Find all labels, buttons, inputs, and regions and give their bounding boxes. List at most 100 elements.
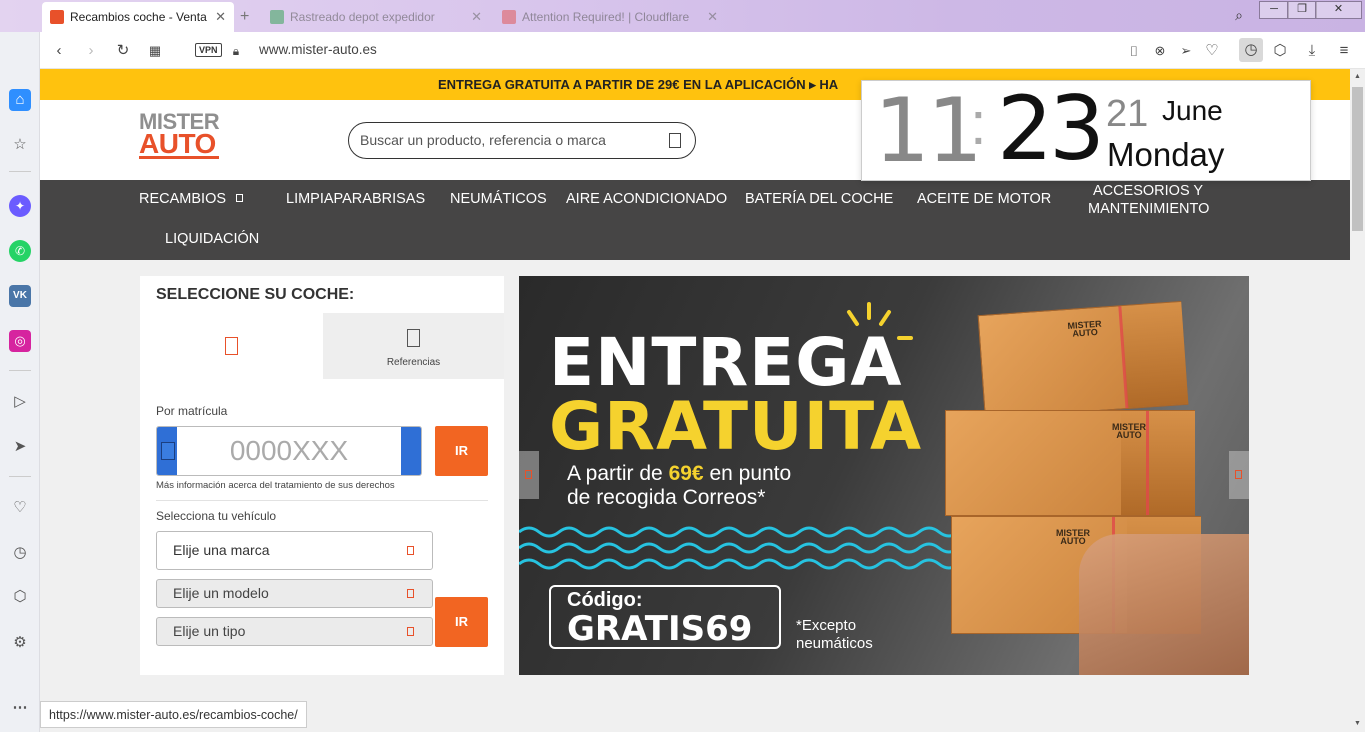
parcel-box: MISTER AUTO xyxy=(977,301,1189,419)
mister-auto-logo[interactable]: MISTER AUTO xyxy=(139,111,220,160)
main-nav: RECAMBIOS LIMPIAPARABRISAS NEUMÁTICOS AI… xyxy=(40,180,1350,260)
nav-accesorios[interactable]: ACCESORIOS Y MANTENIMIENTO xyxy=(1088,182,1209,218)
scroll-thumb[interactable] xyxy=(1352,87,1363,231)
nav-aceite[interactable]: ACEITE DE MOTOR xyxy=(917,191,1051,207)
tab-cloudflare[interactable]: Attention Required! | Cloudflare ✕ xyxy=(494,2,726,32)
back-icon[interactable]: ‹ xyxy=(50,42,68,60)
banner-subtitle: A partir de 69€ en punto xyxy=(567,462,792,485)
history-clock-icon[interactable]: ◷ xyxy=(9,542,31,564)
snapshot-camera-icon[interactable]: ⌷ xyxy=(1125,42,1143,60)
page-scrollbar[interactable]: ▲ ▼ xyxy=(1350,69,1365,732)
box-logo: MISTER AUTO xyxy=(1112,422,1147,441)
bookmark-heart-icon[interactable]: ♡ xyxy=(1203,42,1221,60)
instagram-icon[interactable]: ◎ xyxy=(9,330,31,352)
flow-icon[interactable]: ➤ xyxy=(9,436,31,458)
send-icon[interactable]: ➢ xyxy=(1177,42,1195,60)
clock-extension-icon[interactable]: ◷ xyxy=(1239,38,1263,62)
plate-icon xyxy=(224,337,238,355)
chevron-down-icon xyxy=(236,194,244,202)
clock-day: 21 xyxy=(1106,93,1149,135)
type-select[interactable]: Elije un tipo xyxy=(156,617,433,646)
banner-title-2: GRATUITA xyxy=(549,388,923,465)
lock-icon[interactable]: 🔒︎ xyxy=(227,42,245,60)
carousel-next-button[interactable] xyxy=(1229,451,1249,499)
vpn-badge[interactable]: VPN xyxy=(195,43,222,57)
car-selector: SELECCIONE SU COCHE: Referencias Por mat… xyxy=(140,276,504,675)
scroll-up-icon[interactable]: ▲ xyxy=(1350,69,1365,85)
reload-icon[interactable]: ↻ xyxy=(114,42,132,60)
scroll-down-icon[interactable]: ▼ xyxy=(1350,716,1365,732)
chevron-down-icon xyxy=(407,626,414,636)
messenger-icon[interactable]: ✦ xyxy=(9,195,31,217)
close-window-button[interactable]: ✕ xyxy=(1315,1,1362,19)
forward-icon[interactable]: › xyxy=(82,42,100,60)
vk-icon[interactable]: VK xyxy=(9,285,31,307)
search-icon[interactable] xyxy=(669,133,681,148)
promo-code-box: Código: GRATIS69 xyxy=(549,585,781,649)
tab-matricula[interactable] xyxy=(140,313,323,379)
cube-icon[interactable]: ⬡ xyxy=(1271,42,1289,60)
nav-aire-acondicionado[interactable]: AIRE ACONDICIONADO xyxy=(566,191,727,207)
clock-colon: : xyxy=(970,90,987,157)
vehicle-label: Selecciona tu vehículo xyxy=(156,509,277,523)
brand-select[interactable]: Elije una marca xyxy=(156,531,433,570)
nav-liquidacion[interactable]: LIQUIDACIÓN xyxy=(165,231,259,247)
nav-limpiaparabrisas[interactable]: LIMPIAPARABRISAS xyxy=(286,191,425,207)
nav-neumaticos[interactable]: NEUMÁTICOS xyxy=(450,191,547,207)
nav-recambios[interactable]: RECAMBIOS xyxy=(139,191,244,207)
box-logo: MISTER AUTO xyxy=(1067,318,1102,339)
address-toolbar: ‹ › ↻ ▦ VPN 🔒︎ www.mister-auto.es ⌷ ⊗ ➢ … xyxy=(40,32,1365,69)
search-tabs-icon[interactable]: ⌕ xyxy=(1228,4,1250,26)
vehicle-go-button[interactable]: IR xyxy=(435,597,488,647)
minimize-button[interactable]: ─ xyxy=(1259,1,1289,19)
tab-referencias[interactable]: Referencias xyxy=(323,313,504,379)
player-icon[interactable]: ▷ xyxy=(9,391,31,413)
sidebar-divider xyxy=(9,476,31,477)
divider xyxy=(156,500,488,501)
eu-flag-icon xyxy=(157,427,177,475)
hands-decoration xyxy=(1079,534,1249,675)
mister-auto-favicon-icon xyxy=(50,10,64,24)
maximize-button[interactable]: ❐ xyxy=(1287,1,1317,19)
easy-setup-icon[interactable]: ≡ xyxy=(1335,42,1353,60)
tab-recambios[interactable]: Recambios coche - Venta c ✕ xyxy=(42,2,234,32)
opera-sidebar: O ⌂ ☆ ✦ ✆ VK ◎ ▷ ➤ ♡ ◷ ⬡ ⚙ ⋯ xyxy=(0,0,40,732)
nav-bateria[interactable]: BATERÍA DEL COCHE xyxy=(745,191,893,207)
rights-link[interactable]: Más información acerca del tratamiento d… xyxy=(156,480,395,491)
tracking-favicon-icon xyxy=(270,10,284,24)
search-input[interactable]: Buscar un producto, referencia o marca xyxy=(348,122,696,159)
adblock-icon[interactable]: ⊗ xyxy=(1151,42,1169,60)
selector-title: SELECCIONE SU COCHE: xyxy=(156,286,355,303)
parcel-box: MISTER AUTO xyxy=(945,410,1195,516)
chevron-down-icon xyxy=(407,588,414,598)
sidebar-divider xyxy=(9,171,31,172)
new-tab-button[interactable]: + xyxy=(240,2,260,32)
cloudflare-favicon-icon xyxy=(502,10,516,24)
close-tab-icon[interactable]: ✕ xyxy=(707,9,718,25)
bookmarks-heart-icon[interactable]: ♡ xyxy=(9,497,31,519)
clock-minutes: 23 xyxy=(997,77,1105,180)
close-tab-icon[interactable]: ✕ xyxy=(471,9,482,25)
clock-hours: 11 xyxy=(874,79,983,182)
close-tab-icon[interactable]: ✕ xyxy=(215,9,226,25)
url-field[interactable]: www.mister-auto.es xyxy=(259,42,377,57)
plate-input[interactable]: 0000XXX xyxy=(156,426,422,476)
settings-gear-icon[interactable]: ⚙ xyxy=(9,632,31,654)
speed-dial-icon[interactable]: ☆ xyxy=(9,134,31,156)
plate-go-button[interactable]: IR xyxy=(435,426,488,476)
plus-icon: + xyxy=(240,8,250,25)
promo-carousel[interactable]: ENTREGA GRATUITA A partir de 69€ en punt… xyxy=(519,276,1249,675)
model-select[interactable]: Elije un modelo xyxy=(156,579,433,608)
tab-strip: Recambios coche - Venta c ✕ + Rastreado … xyxy=(0,0,1365,32)
tab-rastreado[interactable]: Rastreado depot expedidor ✕ xyxy=(262,2,490,32)
tabs-grid-icon[interactable]: ▦ xyxy=(146,42,164,60)
plate-label: Por matrícula xyxy=(156,404,228,418)
carousel-prev-button[interactable] xyxy=(519,451,539,499)
banner-subtitle-2: de recogida Correos* xyxy=(567,486,766,509)
whatsapp-icon[interactable]: ✆ xyxy=(9,240,31,262)
more-icon[interactable]: ⋯ xyxy=(9,697,31,719)
chevron-down-icon xyxy=(407,545,414,555)
extensions-cube-icon[interactable]: ⬡ xyxy=(9,586,31,608)
home-icon[interactable]: ⌂ xyxy=(9,89,31,111)
download-icon[interactable]: ⤓ xyxy=(1303,42,1321,60)
